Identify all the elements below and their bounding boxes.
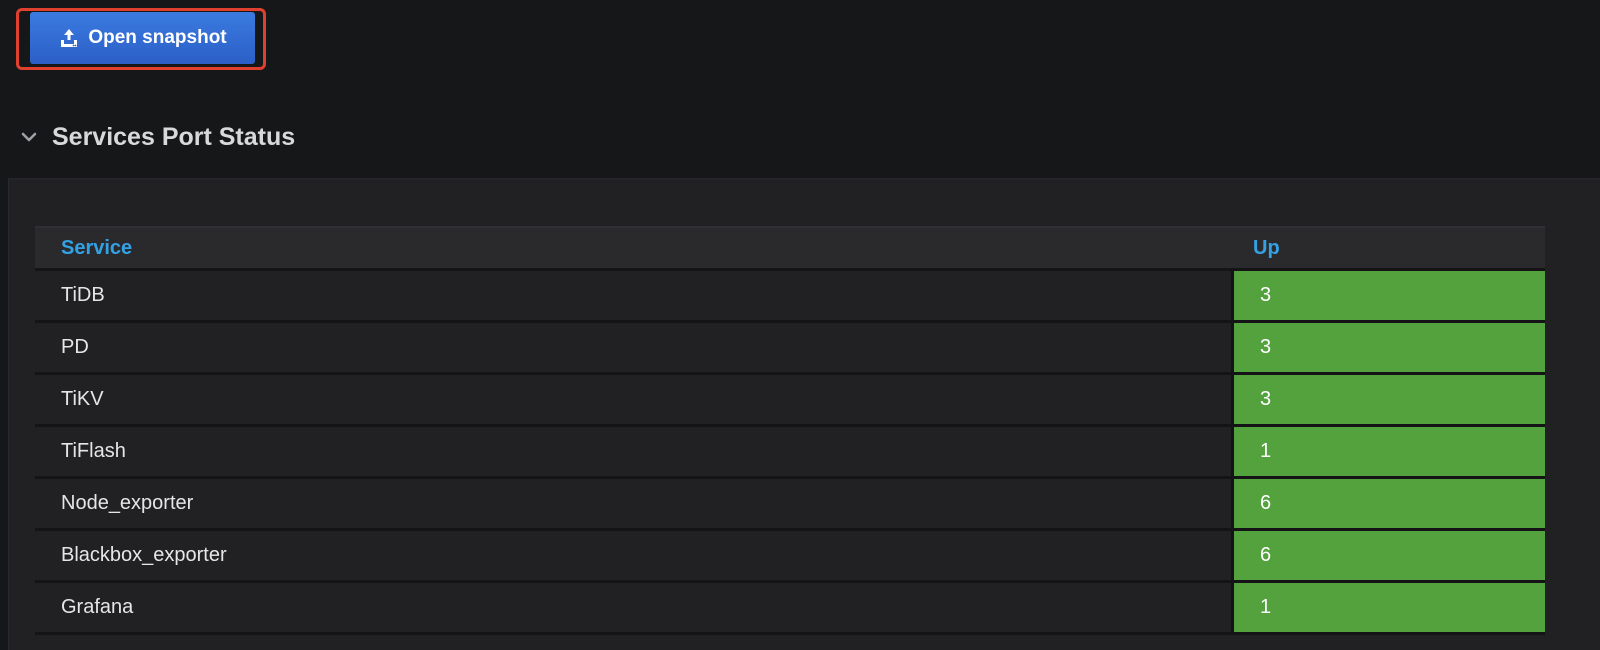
service-name-cell: Blackbox_exporter — [35, 531, 1231, 583]
table-row: Node_exporter 6 — [35, 479, 1545, 531]
table-row: TiDB 3 — [35, 271, 1545, 323]
service-name-cell: Grafana — [35, 583, 1231, 635]
services-port-status-panel: Service Up TiDB 3 PD 3 TiKV 3 TiFlash 1 … — [8, 178, 1600, 650]
service-name-cell: PD — [35, 323, 1231, 375]
upload-icon — [58, 27, 80, 49]
open-snapshot-label: Open snapshot — [88, 27, 227, 48]
up-count-cell: 3 — [1231, 323, 1545, 375]
up-count-cell: 1 — [1231, 583, 1545, 635]
services-table: Service Up TiDB 3 PD 3 TiKV 3 TiFlash 1 … — [35, 226, 1545, 635]
table-row: TiFlash 1 — [35, 427, 1545, 479]
table-row: Blackbox_exporter 6 — [35, 531, 1545, 583]
up-count-cell: 3 — [1231, 271, 1545, 323]
open-snapshot-button[interactable]: Open snapshot — [30, 12, 255, 64]
service-name-cell: Node_exporter — [35, 479, 1231, 531]
table-header-row: Service Up — [35, 226, 1545, 271]
row-header-services-port-status[interactable]: Services Port Status — [18, 112, 295, 162]
service-name-cell: TiKV — [35, 375, 1231, 427]
column-header-up[interactable]: Up — [1231, 226, 1545, 271]
row-title: Services Port Status — [52, 122, 296, 151]
service-name-cell: TiFlash — [35, 427, 1231, 479]
table-row: Grafana 1 — [35, 583, 1545, 635]
up-count-cell: 1 — [1231, 427, 1545, 479]
table-row: TiKV 3 — [35, 375, 1545, 427]
column-header-service[interactable]: Service — [35, 226, 1231, 271]
up-count-cell: 6 — [1231, 479, 1545, 531]
up-count-cell: 6 — [1231, 531, 1545, 583]
service-name-cell: TiDB — [35, 271, 1231, 323]
table-row: PD 3 — [35, 323, 1545, 375]
dashboard-page: Open snapshot Services Port Status Servi… — [0, 0, 1600, 650]
up-count-cell: 3 — [1231, 375, 1545, 427]
chevron-down-icon[interactable] — [18, 126, 40, 148]
